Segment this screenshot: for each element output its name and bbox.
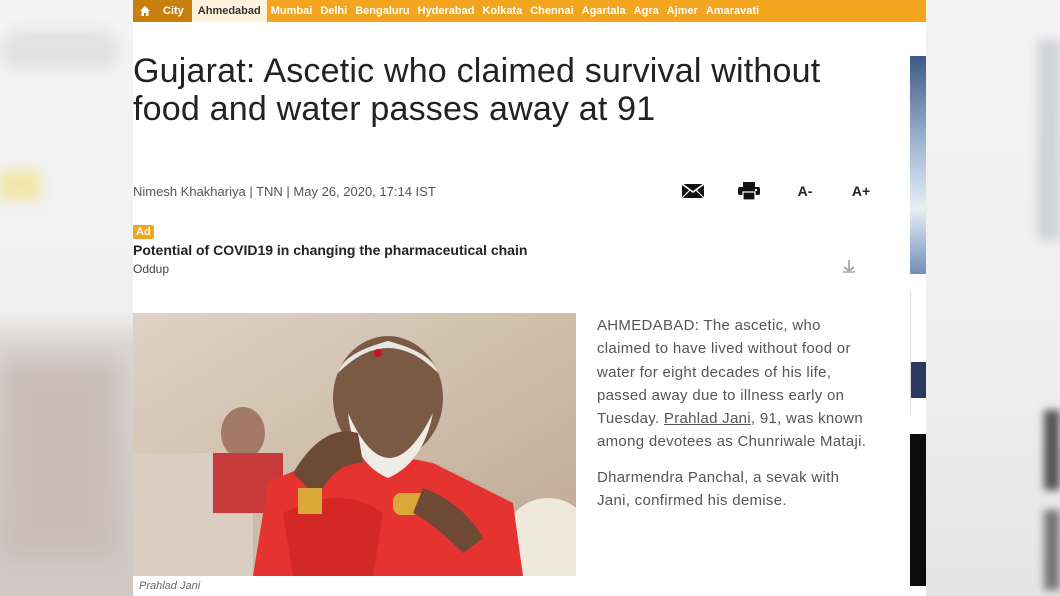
city-tab-ahmedabad[interactable]: Ahmedabad	[191, 0, 267, 22]
city-link-ajmer[interactable]: Ajmer	[663, 5, 702, 17]
city-section-label[interactable]: City	[157, 0, 192, 22]
sidebar-video[interactable]	[910, 434, 926, 586]
city-link-chennai[interactable]: Chennai	[526, 5, 577, 17]
email-icon[interactable]	[665, 180, 721, 202]
city-link-agartala[interactable]: Agartala	[578, 5, 630, 17]
city-link-bengaluru[interactable]: Bengaluru	[351, 5, 413, 17]
article-headline: Gujarat: Ascetic who claimed survival wi…	[133, 52, 821, 128]
ad-title-link[interactable]: Potential of COVID19 in changing the pha…	[133, 242, 527, 258]
city-link-mumbai[interactable]: Mumbai	[267, 5, 317, 17]
sidebar-widget[interactable]	[910, 292, 926, 414]
photo-caption: Prahlad Jani	[139, 580, 201, 592]
article-paragraph-1: AHMEDABAD: The ascetic, who claimed to h…	[597, 314, 869, 454]
print-icon[interactable]	[721, 180, 777, 202]
article-tools: A- A+	[665, 180, 889, 202]
sidebar-ad-image[interactable]	[910, 56, 926, 274]
article-byline: Nimesh Khakhariya | TNN | May 26, 2020, …	[133, 184, 436, 199]
article-body: AHMEDABAD: The ascetic, who claimed to h…	[597, 314, 869, 524]
prahlad-jani-link[interactable]: Prahlad Jani	[664, 410, 751, 427]
ad-choices-icon[interactable]	[841, 258, 857, 279]
city-nav-bar: City Ahmedabad Mumbai Delhi Bengaluru Hyder…	[133, 0, 926, 22]
font-decrease-button[interactable]: A-	[777, 180, 833, 202]
blurred-backdrop-right	[926, 0, 1060, 596]
blurred-backdrop-left	[0, 0, 133, 596]
article-photo	[133, 313, 576, 576]
ad-badge: Ad	[133, 225, 154, 239]
article-paragraph-2: Dharmendra Panchal, a sevak with Jani, c…	[597, 468, 840, 510]
city-link-agra[interactable]: Agra	[630, 5, 663, 17]
ad-source: Oddup	[133, 262, 170, 276]
city-link-delhi[interactable]: Delhi	[316, 5, 351, 17]
city-link-kolkata[interactable]: Kolkata	[478, 5, 526, 17]
city-link-amaravati[interactable]: Amaravati	[702, 5, 763, 17]
article-page: City Ahmedabad Mumbai Delhi Bengaluru Hyder…	[133, 0, 926, 596]
city-link-hyderabad[interactable]: Hyderabad	[414, 5, 479, 17]
home-icon[interactable]	[133, 0, 157, 22]
font-increase-button[interactable]: A+	[833, 180, 889, 202]
